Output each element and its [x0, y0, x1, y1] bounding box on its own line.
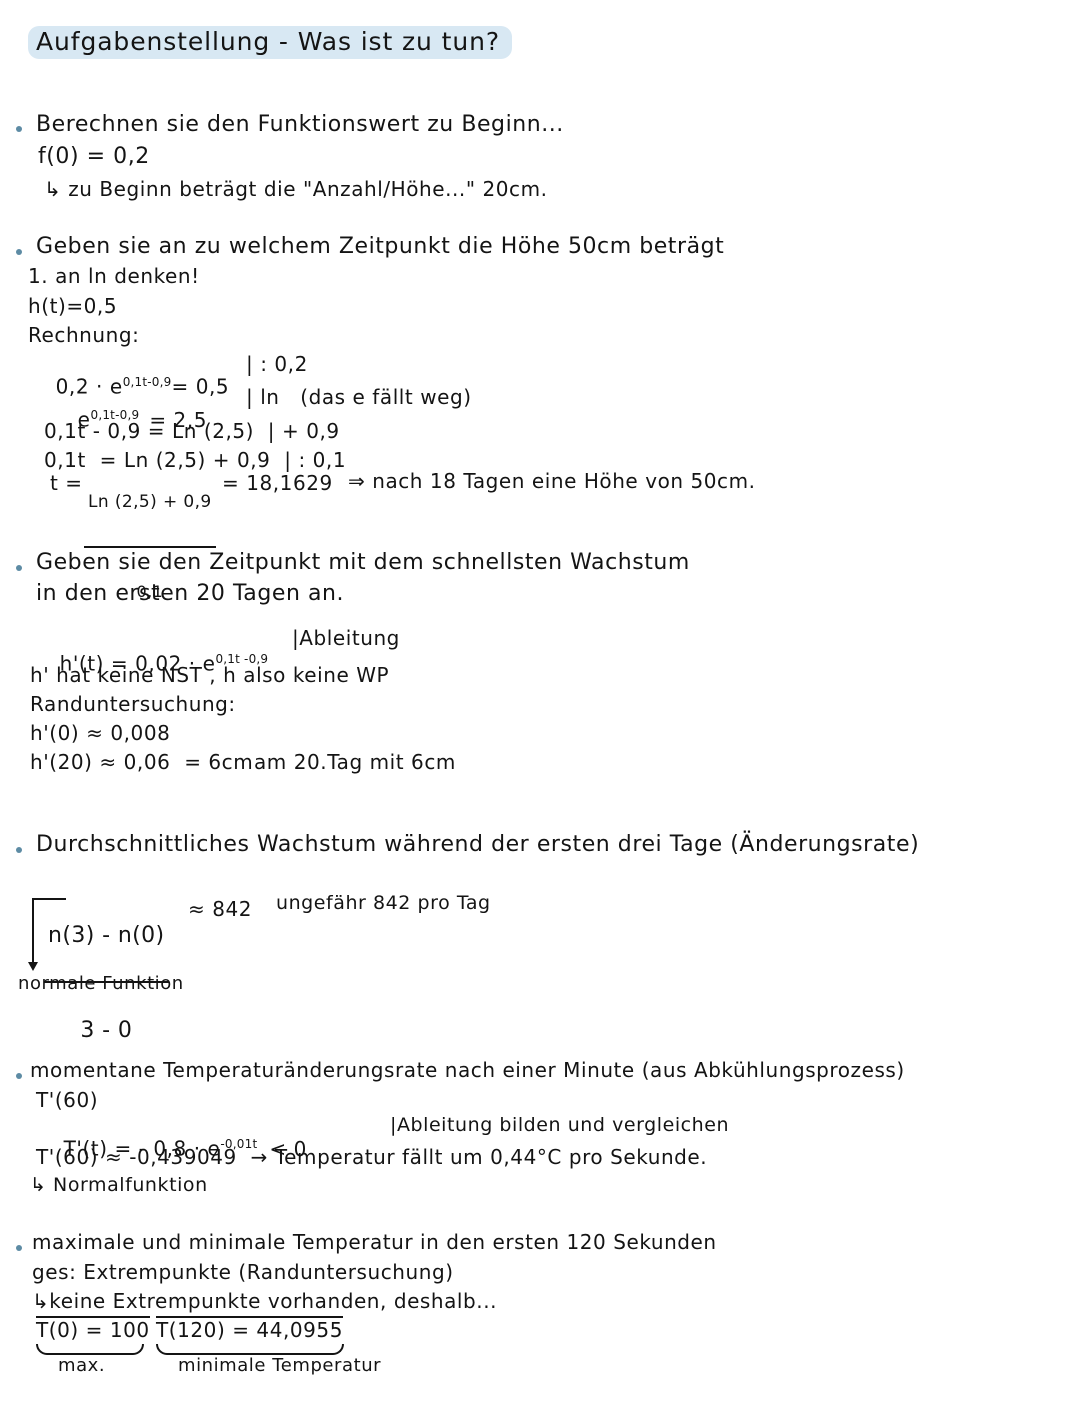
section1-heading: Berechnen sie den Funktionswert zu Begin…	[36, 112, 564, 137]
section3-heading-line1: Geben sie den Zeitpunkt mit dem schnells…	[36, 550, 690, 575]
section3-line4-note: am 20.Tag mit 6cm	[254, 750, 456, 774]
section5-line2: T'(60) ≈ -0,439049 → Temperatur fällt um…	[36, 1145, 708, 1169]
section3-line1: h' hat keine NST , h also keine WP	[30, 663, 390, 687]
section4-note: ungefähr 842 pro Tag	[276, 892, 491, 914]
section6-brace-max	[36, 1344, 144, 1355]
section4-annotation: normale Funktion	[18, 973, 184, 994]
section6-heading-line3: ↳keine Extrempunkte vorhanden, deshalb..…	[32, 1289, 498, 1313]
section3-line3: h'(0) ≈ 0,008	[30, 721, 171, 745]
section6-brace-min	[156, 1344, 344, 1355]
section6-heading-line1: maximale und minimale Temperatur in den …	[32, 1230, 717, 1254]
section2-equation-1-note: | : 0,2	[246, 352, 308, 376]
page-title: Aufgabenstellung - Was ist zu tun?	[28, 26, 513, 59]
section1-line2: ↳ zu Beginn beträgt die "Anzahl/Höhe..."…	[44, 177, 548, 201]
section4-fraction-numerator: n(3) - n(0)	[48, 922, 165, 948]
bullet-marker-3	[16, 565, 22, 571]
section2-equation-5-conclusion: ⇒ nach 18 Tagen eine Höhe von 50cm.	[348, 469, 756, 493]
section2-equation-3: 0,1t - 0,9 = Ln (2,5) | + 0,9	[44, 419, 340, 443]
section2-equation-5-fraction: Ln (2,5) + 0,9 0,1	[84, 460, 216, 634]
section3-line2: Randuntersuchung:	[30, 692, 236, 716]
section3-line4: h'(20) ≈ 0,06 = 6cm	[30, 750, 254, 774]
bullet-marker-4	[16, 847, 22, 853]
section2-equation-2-note: | ln (das e fällt weg)	[246, 385, 472, 409]
bullet-marker-2	[16, 249, 22, 255]
section6-label-max: max.	[58, 1355, 106, 1376]
section2-rechnung-label: Rechnung:	[28, 323, 140, 347]
section2-equation-5-label: t =	[50, 471, 83, 495]
fraction-bar	[84, 546, 216, 549]
section3-heading-line2: in den ersten 20 Tagen an.	[36, 581, 345, 606]
section5-derivative-note: |Ableitung bilden und vergleichen	[390, 1114, 730, 1136]
section3-derivative-note: |Ableitung	[292, 626, 400, 650]
section2-line1: 1. an ln denken!	[28, 264, 200, 288]
section6-label-min: minimale Temperatur	[178, 1355, 382, 1376]
section6-value-min: T(120) = 44,0955	[156, 1316, 343, 1342]
connector-arrowhead	[28, 962, 38, 971]
section5-heading: momentane Temperaturänderungsrate nach e…	[30, 1058, 905, 1082]
page-title-text: Aufgabenstellung - Was ist zu tun?	[28, 26, 513, 59]
fraction-numerator: Ln (2,5) + 0,9	[88, 491, 212, 512]
section2-equation-5-result: = 18,1629	[222, 471, 333, 495]
section4-fraction-denominator: 3 - 0	[80, 1017, 133, 1043]
bullet-marker-1	[16, 126, 22, 132]
section4-result: ≈ 842	[188, 897, 253, 921]
eq1-exponent: 0,1t-0,9	[122, 375, 172, 389]
section4-heading: Durchschnittliches Wachstum während der …	[36, 832, 920, 857]
section1-line1: f(0) = 0,2	[38, 144, 150, 169]
section5-line1: T'(60)	[36, 1088, 99, 1112]
bullet-marker-5	[16, 1073, 22, 1079]
section6-heading-line2: ges: Extrempunkte (Randuntersuchung)	[32, 1260, 454, 1284]
connector-vertical	[32, 898, 34, 964]
section6-value-max: T(0) = 100	[36, 1316, 150, 1342]
handwritten-notes-page: Aufgabenstellung - Was ist zu tun? Berec…	[0, 0, 1080, 1417]
bullet-marker-6	[16, 1245, 22, 1251]
section2-line2: h(t)=0,5	[28, 294, 118, 318]
section5-line3: ↳ Normalfunktion	[30, 1174, 208, 1196]
section2-heading: Geben sie an zu welchem Zeitpunkt die Hö…	[36, 234, 725, 259]
